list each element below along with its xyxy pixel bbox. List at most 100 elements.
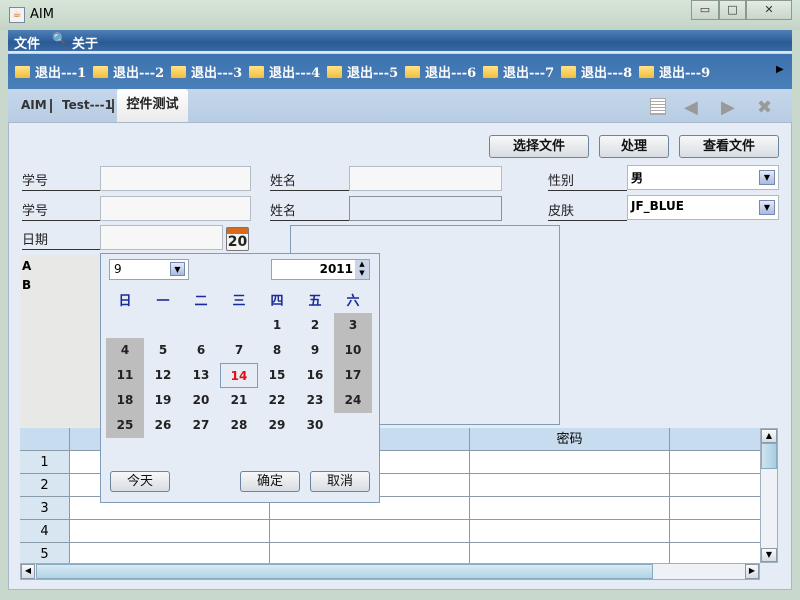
- toolbar-item-exit-6[interactable]: 退出---6: [405, 62, 476, 81]
- calendar-day[interactable]: 20: [182, 388, 220, 413]
- minimize-button[interactable]: ▭: [691, 0, 719, 20]
- list-icon[interactable]: [650, 98, 666, 115]
- calendar-day[interactable]: 5: [144, 338, 182, 363]
- calendar-day[interactable]: 29: [258, 413, 296, 438]
- calendar-day[interactable]: 27: [182, 413, 220, 438]
- process-button[interactable]: 处理: [599, 135, 669, 158]
- today-button[interactable]: 今天: [110, 471, 170, 492]
- close-button[interactable]: ✕: [746, 0, 792, 20]
- horizontal-scroll-thumb[interactable]: [36, 564, 653, 579]
- calendar-day[interactable]: 25: [106, 413, 144, 438]
- menu-about[interactable]: 关于: [72, 33, 98, 52]
- row-header[interactable]: 2: [20, 474, 70, 497]
- maximize-button[interactable]: □: [719, 0, 746, 20]
- table-cell[interactable]: [70, 520, 270, 543]
- tab-control-test[interactable]: 控件测试: [117, 89, 188, 122]
- toolbar-item-exit-2[interactable]: 退出---2: [93, 62, 164, 81]
- year-spinner[interactable]: 2011 ▲ ▼: [271, 259, 370, 280]
- date-input[interactable]: [100, 225, 223, 250]
- row-header[interactable]: 4: [20, 520, 70, 543]
- toolbar-item-exit-8[interactable]: 退出---8: [561, 62, 632, 81]
- list-item[interactable]: B: [22, 278, 31, 292]
- calendar-day[interactable]: 8: [258, 338, 296, 363]
- calendar-day-today[interactable]: 14: [220, 363, 258, 388]
- scroll-down-arrow[interactable]: ▼: [761, 548, 777, 562]
- row-header[interactable]: 3: [20, 497, 70, 520]
- spinner-down-icon[interactable]: ▼: [355, 269, 369, 279]
- view-file-button[interactable]: 查看文件: [679, 135, 779, 158]
- table-cell[interactable]: [270, 543, 470, 563]
- calendar-icon[interactable]: 20: [226, 227, 249, 251]
- calendar-day[interactable]: 17: [334, 363, 372, 388]
- calendar-day[interactable]: 23: [296, 388, 334, 413]
- calendar-day[interactable]: 30: [296, 413, 334, 438]
- calendar-day[interactable]: 21: [220, 388, 258, 413]
- scroll-up-arrow[interactable]: ▲: [761, 429, 777, 443]
- row-header[interactable]: 1: [20, 451, 70, 474]
- calendar-day[interactable]: 10: [334, 338, 372, 363]
- table-cell[interactable]: [670, 497, 760, 520]
- calendar-day[interactable]: 3: [334, 313, 372, 338]
- calendar-day[interactable]: 1: [258, 313, 296, 338]
- table-cell[interactable]: [670, 520, 760, 543]
- toolbar-item-exit-1[interactable]: 退出---1: [15, 62, 86, 81]
- table-cell[interactable]: [670, 474, 760, 497]
- toolbar-item-exit-9[interactable]: 退出---9: [639, 62, 710, 81]
- scroll-left-arrow[interactable]: ◀: [21, 564, 35, 579]
- calendar-day[interactable]: 7: [220, 338, 258, 363]
- table-cell[interactable]: [470, 543, 670, 563]
- calendar-day[interactable]: 4: [106, 338, 144, 363]
- calendar-day[interactable]: 9: [296, 338, 334, 363]
- table-cell[interactable]: [270, 520, 470, 543]
- forward-arrow-icon[interactable]: ▶: [721, 97, 735, 118]
- calendar-day[interactable]: 24: [334, 388, 372, 413]
- column-header[interactable]: [670, 428, 760, 451]
- skin-select[interactable]: JF_BLUE ▼: [627, 195, 779, 220]
- close-tab-icon[interactable]: ✖: [757, 97, 772, 118]
- table-cell[interactable]: [470, 497, 670, 520]
- menu-file[interactable]: 文件: [14, 33, 40, 52]
- tab-test-1[interactable]: Test---1: [62, 98, 113, 112]
- toolbar-item-exit-4[interactable]: 退出---4: [249, 62, 320, 81]
- table-cell[interactable]: [470, 451, 670, 474]
- student-id2-input[interactable]: [100, 196, 251, 221]
- chevron-down-icon[interactable]: ▼: [759, 200, 775, 215]
- choose-file-button[interactable]: 选择文件: [489, 135, 589, 158]
- spinner-up-icon[interactable]: ▲: [355, 260, 369, 269]
- calendar-day[interactable]: 2: [296, 313, 334, 338]
- gender-select[interactable]: 男 ▼: [627, 165, 779, 190]
- table-cell[interactable]: [670, 543, 760, 563]
- month-select[interactable]: 9 ▼: [109, 259, 189, 280]
- calendar-day[interactable]: 11: [106, 363, 144, 388]
- calendar-day[interactable]: 28: [220, 413, 258, 438]
- calendar-day[interactable]: 15: [258, 363, 296, 388]
- calendar-day[interactable]: 16: [296, 363, 334, 388]
- name-input[interactable]: [349, 166, 502, 191]
- back-arrow-icon[interactable]: ◀: [684, 97, 698, 118]
- table-cell[interactable]: [70, 543, 270, 563]
- tab-aim[interactable]: AIM: [21, 98, 47, 112]
- ok-button[interactable]: 确定: [240, 471, 300, 492]
- name2-input[interactable]: [349, 196, 502, 221]
- cancel-button[interactable]: 取消: [310, 471, 370, 492]
- list-box[interactable]: A B: [20, 255, 100, 427]
- calendar-day[interactable]: 6: [182, 338, 220, 363]
- calendar-day[interactable]: 13: [182, 363, 220, 388]
- chevron-down-icon[interactable]: ▼: [170, 262, 185, 276]
- chevron-down-icon[interactable]: ▼: [759, 170, 775, 185]
- vertical-scroll-thumb[interactable]: [761, 443, 777, 469]
- column-header-password[interactable]: 密码: [470, 428, 670, 451]
- scroll-right-arrow[interactable]: ▶: [745, 564, 759, 579]
- table-cell[interactable]: [470, 520, 670, 543]
- student-id-input[interactable]: [100, 166, 251, 191]
- vertical-scrollbar[interactable]: ▲ ▼: [760, 428, 778, 563]
- toolbar-item-exit-7[interactable]: 退出---7: [483, 62, 554, 81]
- table-cell[interactable]: [670, 451, 760, 474]
- list-item[interactable]: A: [22, 259, 31, 273]
- row-header[interactable]: 5: [20, 543, 70, 563]
- calendar-day[interactable]: 19: [144, 388, 182, 413]
- calendar-day[interactable]: 18: [106, 388, 144, 413]
- horizontal-scrollbar[interactable]: ◀ ▶: [20, 563, 760, 580]
- calendar-day[interactable]: 22: [258, 388, 296, 413]
- toolbar-item-exit-3[interactable]: 退出---3: [171, 62, 242, 81]
